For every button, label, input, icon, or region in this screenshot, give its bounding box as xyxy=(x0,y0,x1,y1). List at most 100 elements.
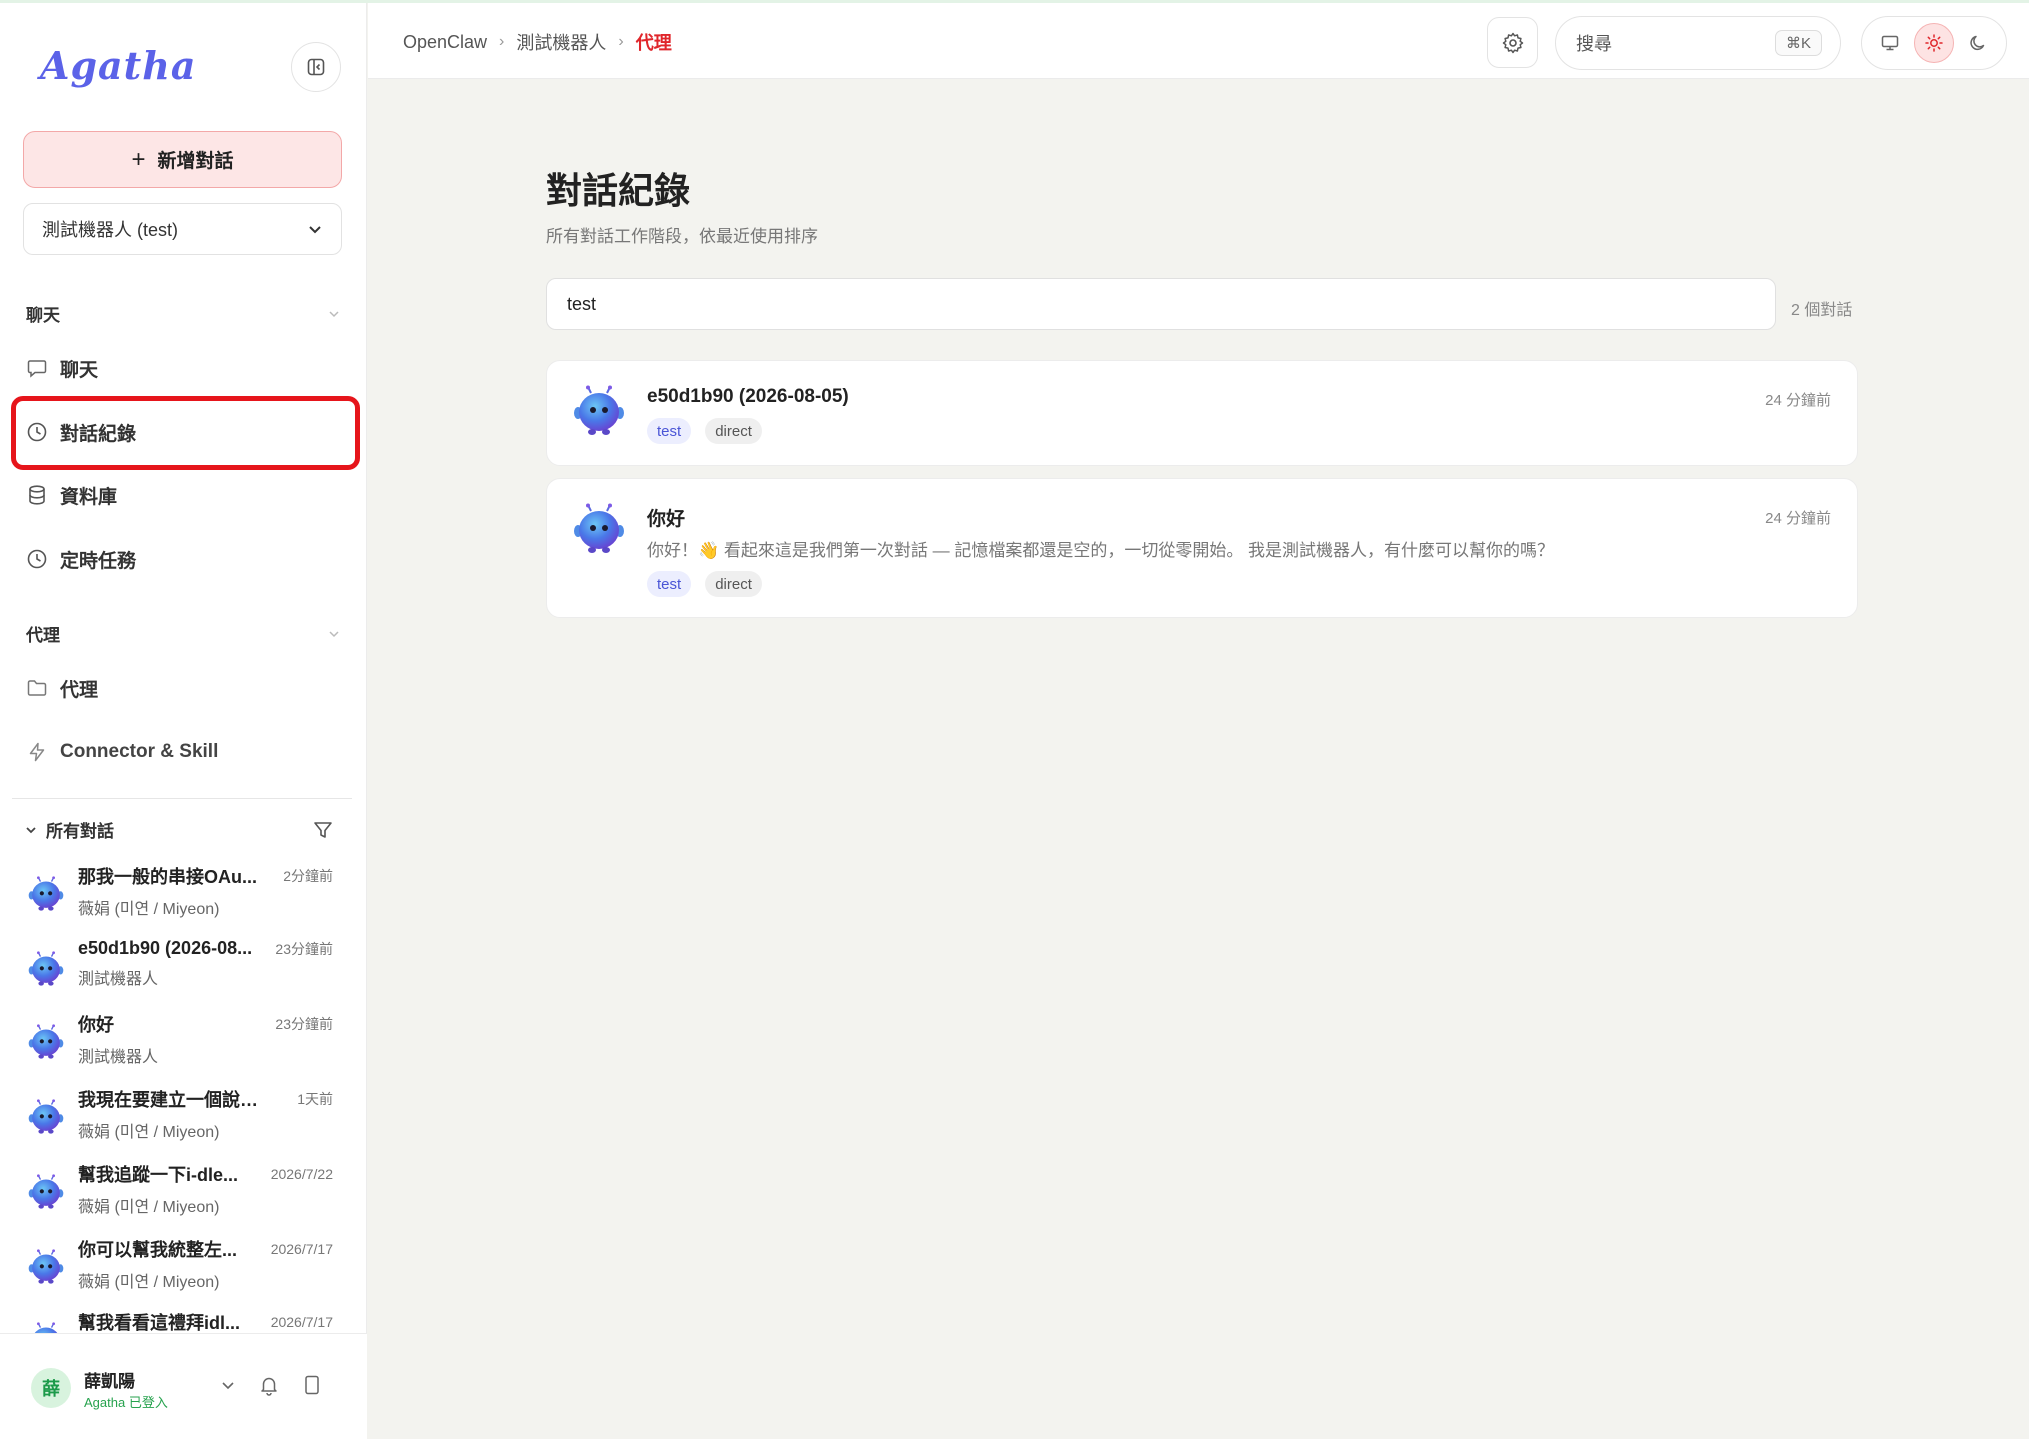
search-shortcut: ⌘K xyxy=(1774,30,1822,56)
conversation-time: 2026/7/22 xyxy=(270,1166,333,1182)
conversation-title: 你好 xyxy=(78,1015,114,1035)
filter-icon[interactable] xyxy=(312,819,334,841)
sidebar-item-chat[interactable]: 聊天 xyxy=(26,350,341,386)
chevron-down-icon xyxy=(309,226,321,234)
global-search[interactable]: 搜尋 ⌘K xyxy=(1555,16,1841,70)
chevron-down-icon[interactable] xyxy=(220,1377,236,1393)
bot-avatar-icon xyxy=(28,876,64,912)
sidebar-item-label: 聊天 xyxy=(60,359,99,381)
tag-test: test xyxy=(647,571,692,597)
page-subtitle: 所有對話工作階段，依最近使用排序 xyxy=(546,227,818,246)
conversation-item[interactable]: 幫我追蹤一下i-dle... 2026/7/22 薇娟 (미연 / Miyeon) xyxy=(28,1161,333,1223)
user-bar: 薛 薛凱陽 Agatha 已登入 xyxy=(0,1333,367,1439)
user-status: Agatha 已登入 xyxy=(84,1395,168,1410)
theme-light-button[interactable] xyxy=(1914,23,1954,63)
monitor-icon xyxy=(1881,35,1899,51)
section-chat-label: 聊天 xyxy=(26,306,60,325)
sidebar-item-connector-skill[interactable]: Connector & Skill xyxy=(26,734,341,770)
conversation-time: 1天前 xyxy=(297,1091,333,1107)
conversation-item[interactable]: 那我一般的串接OAu... 2分鐘前薇娟 (미연 / Miyeon) xyxy=(28,863,333,925)
page-title: 對話紀錄 xyxy=(546,170,691,211)
device-icon[interactable] xyxy=(302,1374,322,1396)
theme-dark-button[interactable] xyxy=(1958,23,1998,63)
all-conversations-header[interactable]: 所有對話 xyxy=(24,817,334,842)
breadcrumb-separator: › xyxy=(618,33,624,50)
bot-avatar-icon xyxy=(573,385,625,437)
conversation-title: 你可以幫我統整左... xyxy=(78,1240,238,1260)
agent-select[interactable]: 測試機器人 (test) xyxy=(23,203,342,255)
chevron-down-icon xyxy=(26,826,36,833)
breadcrumb-current: 代理 xyxy=(635,33,672,53)
breadcrumb: OpenClaw › 測試機器人 › 代理 xyxy=(403,29,672,55)
conversation-time: 2分鐘前 xyxy=(283,868,333,884)
conversation-title: 那我一般的串接OAu... xyxy=(78,867,257,887)
session-time: 24 分鐘前 xyxy=(1765,392,1831,409)
top-header: OpenClaw › 測試機器人 › 代理 搜尋 ⌘K xyxy=(368,3,2029,79)
session-card[interactable]: e50d1b90 (2026-08-05) 24 分鐘前 test direct xyxy=(546,360,1858,466)
search-placeholder: 搜尋 xyxy=(1576,34,1612,54)
bot-avatar-icon xyxy=(28,951,64,987)
sidebar-toggle-icon xyxy=(307,58,325,76)
theme-system-button[interactable] xyxy=(1870,23,1910,63)
tag-direct: direct xyxy=(705,418,762,444)
conversation-owner: 薇娟 (미연 / Miyeon) xyxy=(78,901,220,918)
breadcrumb-item[interactable]: OpenClaw xyxy=(403,32,487,53)
conversation-item[interactable]: 幫我看看這禮拜idl... 2026/7/17 xyxy=(28,1309,333,1333)
conversation-time: 23分鐘前 xyxy=(275,1016,333,1032)
sidebar-item-agent[interactable]: 代理 xyxy=(26,670,341,706)
agent-select-value: 測試機器人 (test) xyxy=(42,220,179,240)
conversation-item[interactable]: 你可以幫我統整左... 2026/7/17 薇娟 (미연 / Miyeon) xyxy=(28,1236,333,1298)
breadcrumb-item[interactable]: 測試機器人 xyxy=(516,29,606,55)
conversation-owner: 測試機器人 xyxy=(78,971,159,988)
user-avatar[interactable]: 薛 xyxy=(31,1368,71,1408)
sidebar-item-label: Connector & Skill xyxy=(60,741,219,762)
section-agent-header[interactable]: 代理 xyxy=(26,621,341,646)
bot-avatar-icon xyxy=(573,503,625,555)
settings-button[interactable] xyxy=(1487,17,1538,68)
chevron-down-icon xyxy=(329,310,339,317)
bot-avatar-icon xyxy=(28,1322,64,1333)
agatha-logo[interactable]: Agatha xyxy=(40,43,196,88)
bell-icon[interactable] xyxy=(258,1374,280,1396)
session-title: e50d1b90 (2026-08-05) xyxy=(647,386,849,407)
session-preview: 你好！👋 看起來這是我們第一次對話 — 記憶檔案都還是空的，一切從零開始。 我是… xyxy=(647,541,1555,560)
sidebar-item-scheduled-tasks[interactable]: 定時任務 xyxy=(26,541,341,577)
bot-avatar-icon xyxy=(28,1024,64,1060)
session-card[interactable]: 你好 24 分鐘前 你好！👋 看起來這是我們第一次對話 — 記憶檔案都還是空的，… xyxy=(546,478,1858,618)
clock-icon xyxy=(27,549,47,569)
plus-icon: + xyxy=(131,145,146,173)
sidebar-collapse-button[interactable] xyxy=(291,42,341,92)
sidebar-divider xyxy=(12,798,352,799)
theme-switcher xyxy=(1861,16,2007,70)
conversation-list: 那我一般的串接OAu... 2分鐘前 薇娟 (미연 / Miyeon) e50d1b… xyxy=(0,858,367,1333)
bot-avatar-icon xyxy=(28,1099,64,1135)
section-chat-header[interactable]: 聊天 xyxy=(26,301,341,326)
conversation-time: 2026/7/17 xyxy=(270,1241,333,1257)
message-icon xyxy=(27,360,47,378)
conversation-title: 我現在要建立一個說明... xyxy=(78,1090,268,1110)
new-chat-label: 新增對話 xyxy=(157,151,234,172)
database-icon xyxy=(29,485,45,505)
chevron-down-icon xyxy=(329,630,339,637)
section-agent-label: 代理 xyxy=(26,626,60,645)
conversation-time: 23分鐘前 xyxy=(275,940,333,957)
session-search-input[interactable] xyxy=(546,278,1776,330)
conversation-item[interactable]: 我現在要建立一個說明... 1天前薇娟 (미연 / Miyeon) xyxy=(28,1086,333,1148)
tag-test: test xyxy=(647,418,692,444)
bot-avatar-icon xyxy=(28,1174,64,1210)
session-time: 24 分鐘前 xyxy=(1765,510,1831,527)
sidebar-item-database[interactable]: 資料庫 xyxy=(26,477,341,513)
conversation-title: 幫我看看這禮拜idl... xyxy=(78,1313,240,1333)
conversation-owner: 薇娟 (미연 / Miyeon) xyxy=(78,1124,220,1141)
folder-icon xyxy=(27,680,47,696)
sidebar: Agatha + 新增對話 測試機器人 (test) 聊天 聊天 對話紀錄 資料… xyxy=(0,3,367,1439)
conversation-item[interactable]: e50d1b90 (2026-08... 23分鐘前 測試機器人 xyxy=(28,938,333,1000)
user-name: 薛凱陽 xyxy=(84,1372,135,1391)
conversation-item[interactable]: 你好 23分鐘前 測試機器人 xyxy=(28,1011,333,1073)
conversation-title: 幫我追蹤一下i-dle... xyxy=(78,1165,239,1185)
moon-icon xyxy=(1970,35,1985,51)
sidebar-item-label: 定時任務 xyxy=(60,550,137,572)
new-chat-button[interactable]: + 新增對話 xyxy=(23,131,342,188)
bolt-icon xyxy=(29,742,45,762)
bot-avatar-icon xyxy=(28,1249,64,1285)
